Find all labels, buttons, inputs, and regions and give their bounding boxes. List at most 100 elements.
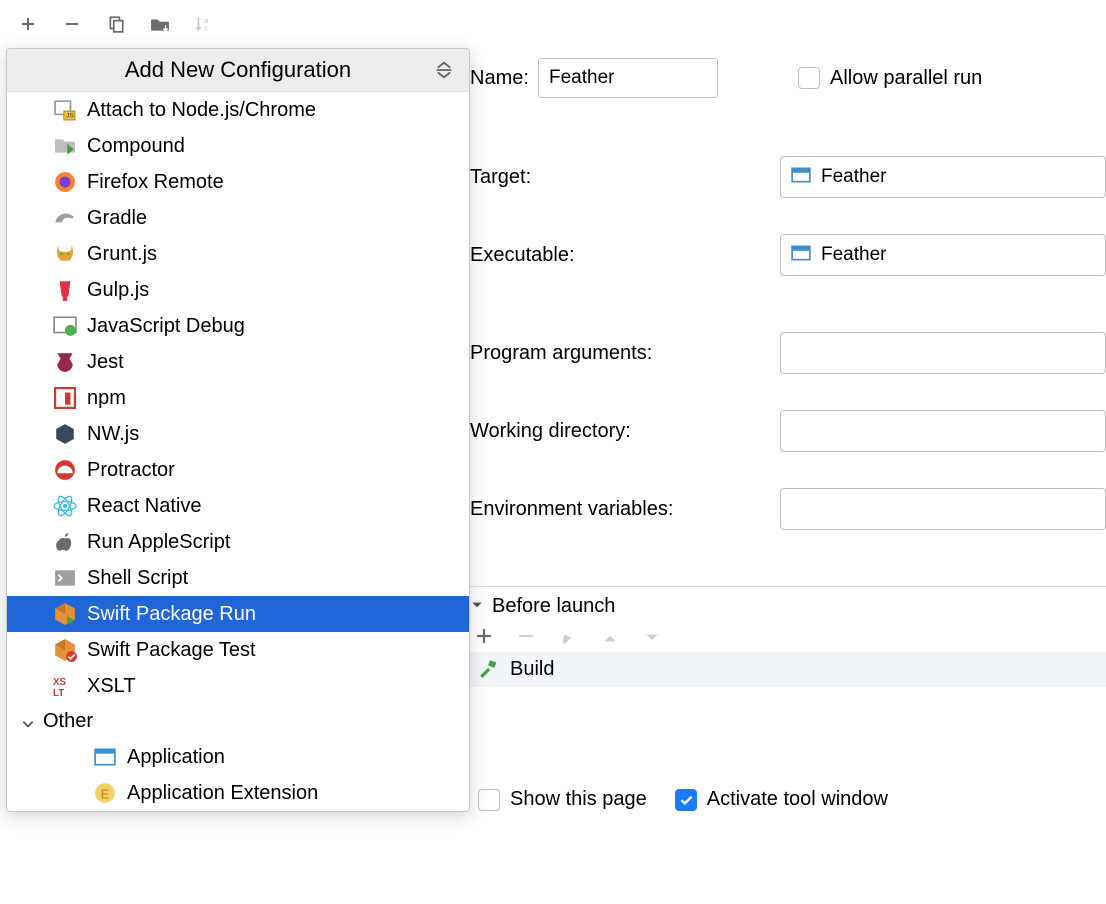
before-launch-section: Before launch Build Show this page Activ bbox=[470, 586, 1106, 821]
bl-up-icon[interactable] bbox=[602, 628, 620, 646]
config-item-npm[interactable]: npm bbox=[7, 380, 469, 416]
before-launch-toolbar bbox=[470, 622, 1106, 652]
working-dir-input[interactable] bbox=[780, 410, 1106, 452]
gulp-icon bbox=[53, 278, 77, 302]
popup-header: Add New Configuration bbox=[7, 49, 469, 92]
firefox-icon bbox=[53, 170, 77, 194]
allow-parallel-label: Allow parallel run bbox=[830, 67, 982, 90]
config-item-label: NW.js bbox=[87, 423, 139, 446]
group-label: Other bbox=[43, 710, 93, 733]
shell-icon bbox=[53, 566, 77, 590]
config-item-gradle[interactable]: Gradle bbox=[7, 200, 469, 236]
chevron-down-icon bbox=[21, 714, 37, 730]
config-item-label: Grunt.js bbox=[87, 243, 157, 266]
right-panel: Name: Allow parallel run Target: Feather… bbox=[470, 48, 1106, 904]
target-value: Feather bbox=[821, 166, 886, 188]
config-item-shell-script[interactable]: Shell Script bbox=[7, 560, 469, 596]
config-item-swift-package-test[interactable]: Swift Package Test bbox=[7, 632, 469, 668]
config-item-gulp[interactable]: Gulp.js bbox=[7, 272, 469, 308]
config-item-label: XSLT bbox=[87, 675, 136, 698]
config-item-label: JavaScript Debug bbox=[87, 315, 245, 338]
swift-package-test-icon bbox=[53, 638, 77, 662]
compound-icon bbox=[53, 134, 77, 158]
react-icon bbox=[53, 494, 77, 518]
js-debug-icon bbox=[53, 314, 77, 338]
activate-tool-label: Activate tool window bbox=[707, 788, 888, 811]
target-label: Target: bbox=[470, 166, 780, 189]
config-item-attach-nodejs-chrome[interactable]: JS Attach to Node.js/Chrome bbox=[7, 92, 469, 128]
remove-icon[interactable] bbox=[62, 14, 82, 34]
collapse-all-icon[interactable] bbox=[433, 59, 455, 81]
working-dir-label: Working directory: bbox=[470, 420, 780, 443]
config-item-jest[interactable]: Jest bbox=[7, 344, 469, 380]
show-page-label: Show this page bbox=[510, 788, 647, 811]
config-item-label: React Native bbox=[87, 495, 202, 518]
config-item-react-native[interactable]: React Native bbox=[7, 488, 469, 524]
config-item-swift-package-run[interactable]: Swift Package Run bbox=[7, 596, 469, 632]
group-other[interactable]: Other bbox=[7, 704, 469, 739]
folder-save-icon[interactable] bbox=[150, 14, 170, 34]
nwjs-icon bbox=[53, 422, 77, 446]
config-item-nwjs[interactable]: NW.js bbox=[7, 416, 469, 452]
program-args-input[interactable] bbox=[780, 332, 1106, 374]
nodejs-chrome-icon: JS bbox=[53, 98, 77, 122]
add-configuration-popup: Add New Configuration JS Attach to Node.… bbox=[6, 48, 470, 812]
config-item-compound[interactable]: Compound bbox=[7, 128, 469, 164]
config-item-grunt[interactable]: Grunt.js bbox=[7, 236, 469, 272]
name-label: Name: bbox=[470, 67, 538, 90]
executable-label: Executable: bbox=[470, 244, 780, 267]
config-item-label: Application bbox=[127, 746, 225, 769]
config-item-applescript[interactable]: Run AppleScript bbox=[7, 524, 469, 560]
before-launch-list: Build bbox=[470, 652, 1106, 772]
gradle-icon bbox=[53, 206, 77, 230]
window-icon bbox=[791, 167, 811, 187]
config-item-protractor[interactable]: Protractor bbox=[7, 452, 469, 488]
swift-package-run-icon bbox=[53, 602, 77, 626]
config-item-xslt[interactable]: XSLT XSLT bbox=[7, 668, 469, 704]
env-vars-label: Environment variables: bbox=[470, 498, 780, 521]
npm-icon bbox=[53, 386, 77, 410]
config-item-label: Firefox Remote bbox=[87, 171, 224, 194]
config-item-application-extension[interactable]: E Application Extension bbox=[7, 775, 469, 811]
show-page-checkbox[interactable] bbox=[478, 789, 500, 811]
config-item-label: Protractor bbox=[87, 459, 175, 482]
bl-edit-icon[interactable] bbox=[560, 628, 578, 646]
before-launch-item-build[interactable]: Build bbox=[470, 652, 1106, 687]
config-item-label: Swift Package Run bbox=[87, 603, 256, 626]
allow-parallel-checkbox[interactable] bbox=[798, 67, 820, 89]
protractor-icon bbox=[53, 458, 77, 482]
apple-icon bbox=[53, 530, 77, 554]
bl-remove-icon[interactable] bbox=[518, 628, 536, 646]
config-item-label: Attach to Node.js/Chrome bbox=[87, 99, 316, 122]
config-item-js-debug[interactable]: JavaScript Debug bbox=[7, 308, 469, 344]
sort-az-icon[interactable]: az bbox=[194, 14, 214, 34]
executable-select[interactable]: Feather bbox=[780, 234, 1106, 276]
name-input[interactable] bbox=[538, 58, 718, 98]
svg-text:JS: JS bbox=[66, 113, 74, 120]
activate-tool-checkbox[interactable] bbox=[675, 789, 697, 811]
chevron-down-icon[interactable] bbox=[470, 595, 484, 618]
left-panel: Add New Configuration JS Attach to Node.… bbox=[0, 48, 470, 904]
before-launch-item-label: Build bbox=[510, 658, 554, 681]
config-item-label: Run AppleScript bbox=[87, 531, 230, 554]
bl-add-icon[interactable] bbox=[476, 628, 494, 646]
bl-down-icon[interactable] bbox=[644, 628, 662, 646]
add-icon[interactable] bbox=[18, 14, 38, 34]
svg-text:E: E bbox=[101, 787, 110, 802]
window-icon bbox=[791, 245, 811, 265]
config-item-label: Gradle bbox=[87, 207, 147, 230]
xslt-icon: XSLT bbox=[53, 674, 77, 698]
config-item-label: Jest bbox=[87, 351, 124, 374]
config-item-firefox-remote[interactable]: Firefox Remote bbox=[7, 164, 469, 200]
svg-text:z: z bbox=[204, 24, 208, 33]
config-item-label: Application Extension bbox=[127, 782, 318, 805]
config-item-application[interactable]: Application bbox=[7, 739, 469, 775]
grunt-icon bbox=[53, 242, 77, 266]
config-item-label: Shell Script bbox=[87, 567, 188, 590]
target-select[interactable]: Feather bbox=[780, 156, 1106, 198]
config-item-label: Gulp.js bbox=[87, 279, 149, 302]
program-args-label: Program arguments: bbox=[470, 342, 780, 365]
env-vars-input[interactable] bbox=[780, 488, 1106, 530]
copy-icon[interactable] bbox=[106, 14, 126, 34]
window-icon bbox=[93, 745, 117, 769]
